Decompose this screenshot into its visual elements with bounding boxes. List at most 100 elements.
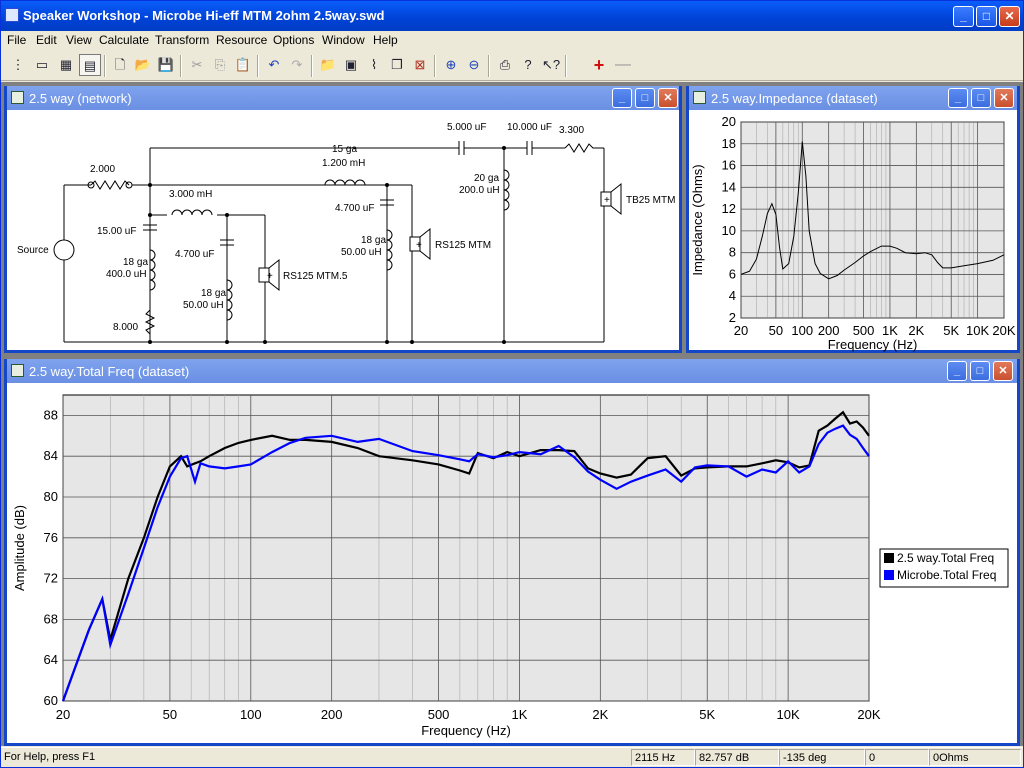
help-icon[interactable]: ? [517, 54, 539, 76]
y-tick-label: 2 [729, 310, 736, 325]
menu-calculate[interactable]: Calculate [99, 33, 149, 47]
x-tick-label: 20 [56, 707, 70, 722]
capacitor-label: 4.700 uF [335, 203, 374, 214]
x-tick-label: 50 [769, 323, 783, 338]
y-tick-label: 12 [722, 201, 736, 216]
capacitor-label: 4.700 uF [175, 249, 214, 260]
menu-edit[interactable]: Edit [36, 33, 57, 47]
cut-icon[interactable]: ✂ [186, 54, 208, 76]
x-tick-label: 100 [240, 707, 262, 722]
status-amplitude: 82.757 dB [695, 749, 779, 766]
copy-icon[interactable]: ⎘ [209, 54, 231, 76]
print-icon[interactable]: ⎙ [494, 54, 516, 76]
maximize-button[interactable]: □ [971, 88, 991, 108]
close-button[interactable]: ✕ [658, 88, 678, 108]
graph-icon[interactable]: ⌇ [363, 54, 385, 76]
svg-text:+: + [267, 271, 273, 282]
network-view-icon[interactable]: ⋮ [7, 54, 29, 76]
x-tick-label: 50 [163, 707, 177, 722]
blank-button-1[interactable] [642, 54, 664, 76]
x-tick-label: 500 [853, 323, 875, 338]
y-tick-label: 76 [44, 530, 58, 545]
y-tick-label: 8 [729, 245, 736, 260]
impedance-window-title: 2.5 way.Impedance (dataset) _ □ ✕ [689, 86, 1017, 110]
impedance-window[interactable]: 2.5 way.Impedance (dataset) _ □ ✕ 20 50 10… [686, 86, 1020, 353]
menu-file[interactable]: File [7, 33, 26, 47]
x-tick-label: 2K [592, 707, 608, 722]
paste-icon[interactable]: 📋 [232, 54, 254, 76]
menu-resource[interactable]: Resource [216, 33, 267, 47]
impedance-chart[interactable]: 20 50 100 200 500 1K 2K 5K 10K 20K 2 4 6 8 10 12 14 16 18 2… [689, 110, 1017, 352]
maximize-button[interactable]: □ [635, 88, 655, 108]
network-window[interactable]: 2.5 way (network) _ □ ✕ 2.000 Source 15.… [4, 86, 682, 353]
zoom-in-icon[interactable]: ⊕ [440, 54, 462, 76]
toolbar: ⋮ ▭ ▦ ▤ 🗋 📂 💾 ✂ ⎘ 📋 ↶ ↷ 📁 ▣ ⌇ ❐ ⊠ ⊕ ⊖ ⎙ … [1, 51, 1023, 81]
source-label: Source [17, 245, 49, 256]
window-icon [11, 364, 24, 377]
frequency-window[interactable]: 2.5 way.Total Freq (dataset) _ □ ✕ 20 50 1… [4, 359, 1020, 746]
x-axis-label: Frequency (Hz) [828, 337, 918, 352]
x-axis-label: Frequency (Hz) [421, 723, 511, 738]
x-tick-label: 2K [908, 323, 924, 338]
y-axis-label: Impedance (Ohms) [690, 164, 705, 275]
menu-options[interactable]: Options [273, 33, 314, 47]
network-schematic[interactable]: 2.000 Source 15.00 uF 18 ga 400.0 uH 8.0… [7, 110, 679, 350]
close-button[interactable]: ✕ [994, 88, 1014, 108]
close-button[interactable]: ✕ [993, 361, 1013, 381]
frequency-chart[interactable]: 20 50 100 200 500 1K 2K 5K 10K 20K 60 64 68 72 76 80 84 8… [7, 383, 1017, 743]
minimize-button[interactable]: _ [948, 88, 968, 108]
minimize-button[interactable]: _ [947, 361, 967, 381]
open-resource-icon[interactable]: 📁 [317, 54, 339, 76]
save-icon[interactable]: 💾 [155, 54, 177, 76]
y-tick-label: 84 [44, 448, 58, 463]
y-tick-label: 88 [44, 407, 58, 422]
legend-label: 2.5 way.Total Freq [897, 551, 994, 565]
undo-icon[interactable]: ↶ [263, 54, 285, 76]
inductor-label: 50.00 uH [183, 300, 224, 311]
y-tick-label: 4 [729, 288, 736, 303]
y-tick-label: 6 [729, 266, 736, 281]
windows-icon[interactable]: ❐ [386, 54, 408, 76]
inductor-label: 200.0 uH [459, 185, 500, 196]
menu-window[interactable]: Window [322, 33, 365, 47]
maximize-button[interactable]: □ [976, 6, 997, 27]
x-tick-label: 500 [428, 707, 450, 722]
menu-transform[interactable]: Transform [155, 33, 209, 47]
x-tick-label: 200 [321, 707, 343, 722]
context-help-icon[interactable]: ↖? [540, 54, 562, 76]
blank-button-2[interactable] [667, 54, 689, 76]
speaker-label: TB25 MTM [626, 195, 675, 206]
zoom-out-icon[interactable]: ⊖ [463, 54, 485, 76]
menu-view[interactable]: View [66, 33, 92, 47]
mdi-client-area: 2.5 way (network) _ □ ✕ 2.000 Source 15.… [1, 82, 1023, 746]
close-button[interactable]: ✕ [999, 6, 1020, 27]
resistor-label: 8.000 [113, 322, 138, 333]
inductor-label: 18 ga [201, 288, 226, 299]
redo-icon[interactable]: ↷ [286, 54, 308, 76]
x-tick-label: 100 [791, 323, 813, 338]
x-tick-label: 200 [818, 323, 840, 338]
inductor-label: 400.0 uH [106, 269, 147, 280]
y-axis-label: Amplitude (dB) [12, 505, 27, 591]
plot-area [740, 121, 1005, 319]
menu-bar: File Edit View Calculate Transform Resou… [1, 31, 1023, 51]
dataset-view-icon[interactable]: ▦ [55, 54, 77, 76]
minimize-button[interactable]: _ [953, 6, 974, 27]
driver-view-icon[interactable]: ▭ [31, 54, 53, 76]
maximize-button[interactable]: □ [970, 361, 990, 381]
x-tick-label: 5K [943, 323, 959, 338]
remove-icon[interactable]: — [612, 54, 634, 76]
speaker-label: RS125 MTM.5 [283, 271, 348, 282]
frequency-window-title: 2.5 way.Total Freq (dataset) _ □ ✕ [7, 359, 1017, 383]
delete-resource-icon[interactable]: ⊠ [409, 54, 431, 76]
window-icon [693, 91, 706, 104]
minimize-button[interactable]: _ [612, 88, 632, 108]
inductor-label: 18 ga [123, 257, 148, 268]
menu-help[interactable]: Help [373, 33, 398, 47]
new-file-icon[interactable]: 🗋 [109, 54, 131, 76]
list-view-icon[interactable]: ▤ [79, 54, 101, 76]
status-phase: -135 deg [779, 749, 865, 766]
add-icon[interactable]: + [588, 54, 610, 76]
chart-icon[interactable]: ▣ [340, 54, 362, 76]
open-folder-icon[interactable]: 📂 [132, 54, 154, 76]
